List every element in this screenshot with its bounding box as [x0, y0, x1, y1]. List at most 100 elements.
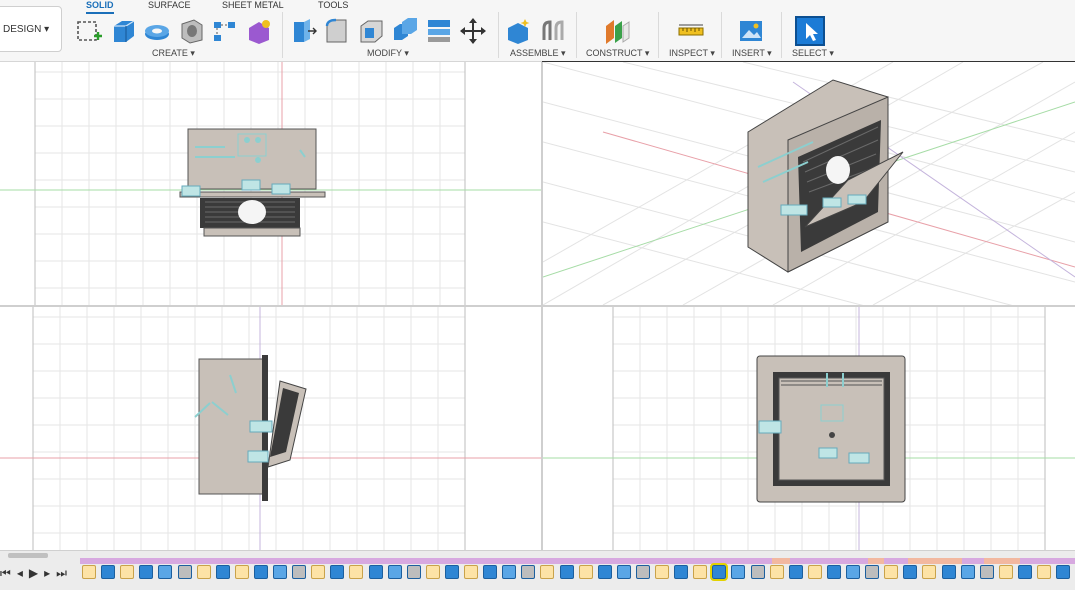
timeline-feature-icon[interactable]	[693, 565, 708, 579]
construct-menu[interactable]: CONSTRUCT ▾	[586, 48, 649, 59]
tab-sheet-metal[interactable]: SHEET METAL	[222, 0, 284, 14]
skip-to-end-icon[interactable]: ⏭	[56, 566, 67, 581]
workspace-switcher[interactable]: DESIGN ▾	[0, 6, 62, 52]
timeline-feature-icon[interactable]	[502, 565, 517, 579]
timeline-feature-icon[interactable]	[464, 565, 478, 579]
timeline-feature-icon[interactable]	[674, 565, 689, 579]
timeline-feature-icon[interactable]	[979, 565, 994, 579]
timeline-feature-icon[interactable]	[578, 565, 593, 579]
timeline-feature-icon[interactable]	[1037, 565, 1051, 579]
joint-icon[interactable]	[538, 16, 568, 46]
viewport-divider-vertical[interactable]	[541, 62, 543, 550]
timeline-feature-icon[interactable]	[82, 565, 96, 579]
timeline-feature-icon[interactable]	[769, 565, 784, 579]
create-form-icon[interactable]	[244, 16, 274, 46]
timeline-feature-icon[interactable]	[960, 565, 975, 579]
front-view-canvas[interactable]	[543, 307, 1075, 550]
model-perspective[interactable]	[747, 79, 904, 273]
timeline-feature-icon[interactable]	[710, 563, 729, 581]
timeline-feature-icon[interactable]	[731, 565, 746, 579]
timeline-feature-icon[interactable]	[559, 565, 574, 579]
create-menu[interactable]: CREATE ▾	[152, 48, 195, 59]
viewport-divider-horizontal[interactable]	[0, 305, 1075, 307]
left-view-canvas[interactable]	[0, 307, 541, 550]
timeline-feature-icon[interactable]	[444, 565, 459, 579]
fillet-icon[interactable]	[322, 16, 352, 46]
select-menu[interactable]: SELECT ▾	[792, 48, 834, 59]
timeline-feature-icon[interactable]	[941, 565, 956, 579]
step-back-icon[interactable]: ◂	[17, 566, 23, 580]
timeline-feature-icon[interactable]	[406, 565, 421, 579]
select-icon[interactable]	[795, 16, 825, 46]
play-icon[interactable]: ▶	[29, 566, 38, 580]
timeline-feature-icon[interactable]	[177, 565, 192, 579]
assemble-menu[interactable]: ASSEMBLE ▾	[510, 48, 566, 59]
skip-to-start-icon[interactable]: ⏮	[0, 566, 11, 581]
revolve-icon[interactable]	[142, 16, 172, 46]
timeline-feature-icon[interactable]	[158, 565, 173, 579]
inspect-menu[interactable]: INSPECT ▾	[669, 48, 715, 59]
modify-menu[interactable]: MODIFY ▾	[367, 48, 409, 59]
perspective-view-canvas[interactable]	[543, 62, 1075, 305]
timeline-feature-icon[interactable]	[387, 565, 402, 579]
timeline-feature-icon[interactable]	[922, 565, 937, 579]
offset-plane-icon[interactable]	[602, 16, 632, 46]
top-viewport[interactable]	[0, 62, 541, 305]
timeline-feature-icon[interactable]	[215, 565, 230, 579]
timeline-feature-icon[interactable]	[750, 565, 765, 579]
timeline-feature-icon[interactable]	[1017, 565, 1032, 579]
model-top-view[interactable]	[179, 128, 326, 237]
timeline-feature-icon[interactable]	[616, 565, 631, 579]
front-viewport[interactable]	[543, 307, 1075, 550]
shell-icon[interactable]	[356, 16, 386, 46]
timeline-feature-icon[interactable]	[253, 565, 268, 579]
step-forward-icon[interactable]: ▸	[44, 566, 50, 580]
tab-surface[interactable]: SURFACE	[148, 0, 191, 14]
timeline-feature-icon[interactable]	[540, 565, 555, 579]
timeline-feature-icon[interactable]	[292, 565, 307, 579]
timeline-feature-icon[interactable]	[196, 565, 211, 579]
timeline-feature-icon[interactable]	[1056, 565, 1071, 579]
timeline-feature-icon[interactable]	[101, 565, 116, 579]
hole-icon[interactable]	[176, 16, 206, 46]
timeline-feature-icon[interactable]	[273, 565, 287, 579]
timeline-feature-icon[interactable]	[826, 565, 841, 579]
timeline-feature-icon[interactable]	[425, 565, 440, 579]
timeline-feature-icon[interactable]	[139, 565, 154, 579]
timeline-feature-icon[interactable]	[788, 565, 803, 579]
timeline-feature-icon[interactable]	[998, 565, 1013, 579]
timeline-feature-icon[interactable]	[120, 565, 135, 579]
timeline-feature-icon[interactable]	[368, 565, 383, 579]
timeline-feature-icon[interactable]	[635, 565, 650, 579]
timeline-feature-icon[interactable]	[807, 565, 822, 579]
extrude-icon[interactable]	[108, 16, 138, 46]
timeline-scrollbar[interactable]	[8, 553, 48, 558]
insert-menu[interactable]: INSERT ▾	[732, 48, 772, 59]
perspective-viewport[interactable]: ✥▼ ▣ ✋ ⚲ ⊕▼ ▭▼ ▦▼ ⊞▼	[542, 61, 1075, 306]
timeline-feature-icon[interactable]	[330, 565, 345, 579]
new-component-icon[interactable]	[504, 16, 534, 46]
timeline-feature-icon[interactable]	[483, 565, 498, 579]
timeline-feature-icon[interactable]	[311, 565, 326, 579]
timeline-feature-icon[interactable]	[884, 565, 899, 579]
combine-icon[interactable]	[390, 16, 420, 46]
measure-icon[interactable]	[676, 16, 706, 46]
tab-solid[interactable]: SOLID	[86, 0, 114, 14]
timeline-feature-icon[interactable]	[349, 565, 364, 579]
left-viewport[interactable]	[0, 307, 541, 550]
timeline-feature-icon[interactable]	[903, 565, 918, 579]
model-front-view[interactable]	[756, 355, 906, 503]
timeline-feature-icon[interactable]	[865, 565, 880, 579]
timeline-feature-icon[interactable]	[655, 565, 669, 579]
move-copy-icon[interactable]	[458, 16, 488, 46]
tab-tools[interactable]: TOOLS	[318, 0, 348, 14]
top-view-canvas[interactable]	[0, 62, 541, 305]
insert-image-icon[interactable]	[736, 16, 766, 46]
create-sketch-icon[interactable]	[74, 16, 104, 46]
timeline-feature-icon[interactable]	[521, 565, 536, 579]
press-pull-icon[interactable]	[288, 16, 318, 46]
timeline-feature-icon[interactable]	[846, 565, 860, 579]
timeline-feature-icon[interactable]	[597, 565, 612, 579]
replace-face-icon[interactable]	[424, 16, 454, 46]
timeline-feature-icon[interactable]	[234, 565, 249, 579]
